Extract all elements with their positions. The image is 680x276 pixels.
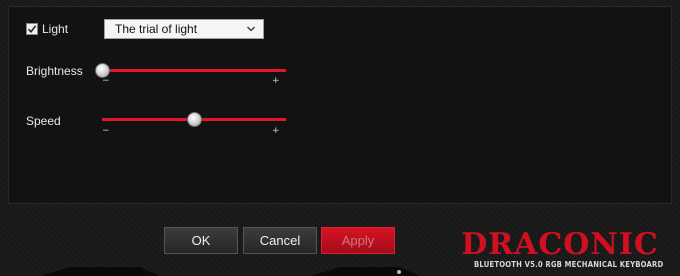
brightness-label: Brightness [26, 64, 83, 78]
effect-selected-value: The trial of light [115, 22, 198, 36]
light-checkbox[interactable] [26, 23, 38, 35]
ok-button[interactable]: OK [164, 227, 238, 254]
speed-min-symbol: − [102, 126, 110, 136]
brightness-max-symbol: + [272, 76, 280, 86]
chevron-down-icon [247, 26, 255, 32]
brightness-slider-track [102, 69, 286, 72]
light-toggle-row: Light [26, 22, 68, 36]
apply-button[interactable]: Apply [321, 227, 395, 254]
light-label: Light [42, 22, 69, 36]
effect-dropdown[interactable]: The trial of light [104, 19, 264, 39]
cancel-button[interactable]: Cancel [243, 227, 317, 254]
bottom-decoration [40, 267, 420, 276]
brightness-min-symbol: − [102, 76, 110, 86]
speed-slider-thumb[interactable] [187, 112, 202, 127]
checkmark-icon [27, 25, 37, 34]
brightness-slider[interactable] [95, 61, 286, 81]
speed-label: Speed [26, 114, 61, 128]
speed-max-symbol: + [272, 126, 280, 136]
speed-slider[interactable] [102, 110, 286, 130]
